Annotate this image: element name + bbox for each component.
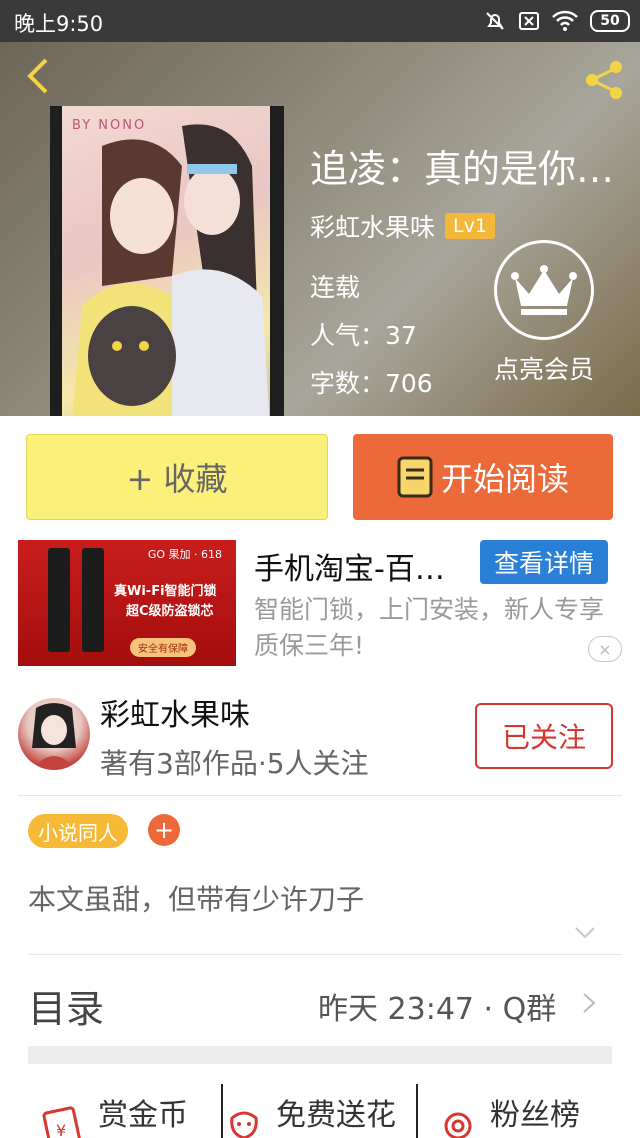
status-time: 晚上9:50	[14, 12, 104, 36]
author-row: 彩虹水果味 Lv1	[310, 208, 495, 244]
book-cover[interactable]: BY NONO	[50, 106, 284, 416]
ad-image-brand: GO 果加 · 618	[147, 548, 222, 561]
svg-text:¥: ¥	[56, 1121, 66, 1138]
divider	[221, 1084, 223, 1138]
divider	[28, 954, 622, 955]
chevron-right-icon[interactable]	[582, 992, 596, 1014]
tag-fan-fiction[interactable]: 小说同人	[28, 814, 128, 848]
sim-off-icon	[518, 10, 540, 32]
ad-image-line2: 超C级防盗锁芯	[126, 604, 214, 619]
ad-close-button[interactable]: ×	[588, 636, 622, 662]
ad-image-line1: 真Wi-Fi智能门锁	[114, 584, 217, 599]
vip-label: 点亮会员	[493, 355, 594, 384]
ad-title[interactable]: 手机淘宝-百…	[254, 544, 445, 588]
author-stats: 著有3部作品·5人关注	[100, 747, 369, 780]
free-flower-button[interactable]: 免费送花	[224, 1086, 396, 1138]
battery-indicator: 50	[590, 10, 630, 32]
toc-update-info[interactable]: 昨天 23:47 · Q群	[318, 984, 556, 1028]
crown-circle	[494, 240, 594, 340]
share-icon[interactable]	[580, 56, 628, 104]
fans-ranking-label: 粉丝榜	[490, 1098, 580, 1133]
book-icon	[397, 456, 433, 498]
word-count: 字数：706	[310, 369, 433, 398]
book-header: BY NONO 追凌：真的是你… 彩虹水果味 Lv1 连载 人气：37 字数：7…	[0, 42, 640, 416]
ad-image[interactable]: GO 果加 · 618 真Wi-Fi智能门锁 超C级防盗锁芯 安全有保障	[18, 540, 236, 666]
book-title: 追凌：真的是你…	[310, 147, 615, 191]
reward-coins-label: 赏金币	[98, 1098, 188, 1133]
medal-icon	[444, 1112, 472, 1138]
start-reading-button[interactable]: 开始阅读	[353, 434, 613, 520]
expand-chevron-icon[interactable]	[574, 926, 596, 940]
back-arrow-icon[interactable]	[20, 56, 60, 96]
mute-bell-icon	[484, 10, 506, 32]
vip-button[interactable]: 点亮会员	[486, 240, 602, 386]
ad-details-button[interactable]: 查看详情	[480, 540, 608, 584]
crown-icon	[511, 265, 577, 315]
reward-coins-button[interactable]: ¥ 赏金币	[42, 1086, 188, 1138]
divider	[416, 1084, 418, 1138]
ad-image-badge: 安全有保障	[130, 638, 196, 657]
toc-label[interactable]: 目录	[28, 978, 104, 1033]
serial-status: 连载	[310, 273, 361, 302]
author-avatar[interactable]	[18, 698, 90, 770]
follow-button[interactable]: 已关注	[475, 703, 613, 769]
header-author-name[interactable]: 彩虹水果味	[310, 208, 435, 244]
door-lock-image	[82, 548, 104, 652]
door-lock-image	[48, 548, 70, 652]
fans-ranking-button[interactable]: 粉丝榜	[438, 1086, 580, 1138]
status-icons: 50	[484, 8, 630, 34]
divider	[18, 795, 622, 796]
synopsis-text: 本文虽甜，但带有少许刀子	[28, 883, 365, 916]
red-envelope-icon: ¥	[42, 1106, 81, 1138]
level-badge: Lv1	[445, 213, 495, 239]
section-gap	[28, 1046, 612, 1064]
popularity: 人气：37	[310, 321, 417, 350]
flower-icon	[230, 1111, 258, 1138]
author-name[interactable]: 彩虹水果味	[100, 690, 250, 734]
free-flower-label: 免费送花	[276, 1098, 396, 1133]
add-tag-button[interactable]: +	[148, 814, 180, 846]
start-reading-label: 开始阅读	[440, 460, 569, 498]
status-bar: 晚上9:50 50	[0, 0, 640, 42]
cover-illustration: BY NONO	[62, 106, 270, 416]
favorite-button[interactable]: + 收藏	[26, 434, 328, 520]
wifi-icon	[552, 10, 578, 32]
ad-description: 智能门锁，上门安装，新人专享质保三年!	[254, 595, 605, 660]
